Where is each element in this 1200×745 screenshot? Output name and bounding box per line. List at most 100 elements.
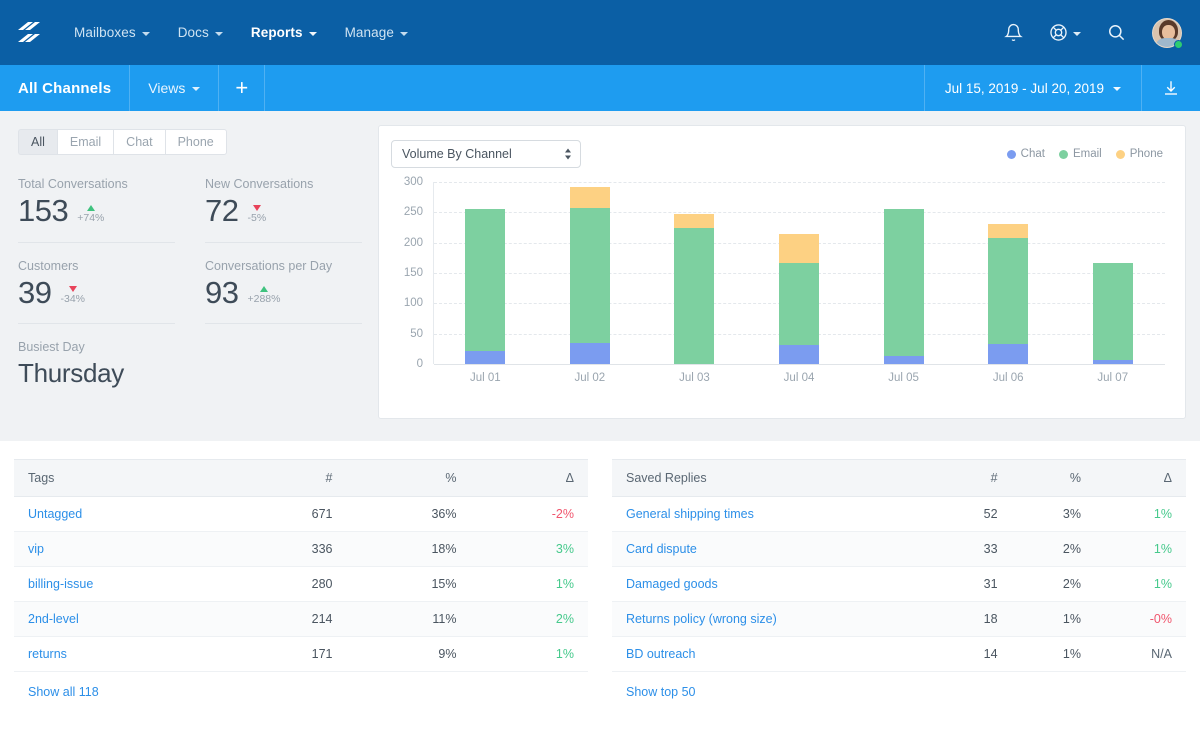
online-status-dot [1174,39,1183,49]
top-nav-actions [1004,17,1183,49]
row-count-cell: 671 [232,496,347,532]
x-axis-label: Jul 06 [992,372,1024,384]
bar-column[interactable] [851,182,956,364]
nav-item-mailboxes[interactable]: Mailboxes [60,17,164,48]
row-percent-cell: 36% [346,496,471,532]
tags-table: Tags # % Δ Untagged 671 36% -2% vip 336 18% 3% b… [14,459,588,672]
row-link[interactable]: returns [28,647,67,661]
row-link[interactable]: Returns policy (wrong size) [626,612,777,626]
y-axis-tick: 150 [403,267,423,279]
stat-conversations-per-day: Conversations per Day 93 +288% [205,259,362,325]
row-link[interactable]: Damaged goods [626,577,718,591]
bar-column[interactable] [1060,182,1165,364]
nav-item-docs[interactable]: Docs [164,17,237,48]
all-channels-label: All Channels [18,79,112,97]
stat-value: Thursday [18,358,124,389]
helpscout-logo-icon[interactable] [16,21,46,45]
row-name-cell: Card dispute [612,531,936,567]
bell-icon[interactable] [1004,23,1023,42]
bar-segment-phone [674,213,715,229]
saved-replies-show-top-link[interactable]: Show top 50 [612,672,1186,712]
channel-tab-email[interactable]: Email [56,129,114,155]
row-percent-cell: 3% [1011,496,1095,532]
chart-metric-select-wrapper: Volume By Channel [391,140,581,168]
channel-tab-chat[interactable]: Chat [113,129,165,155]
row-name-cell: vip [14,531,233,567]
bar-segment-chat [988,343,1029,364]
date-range-picker[interactable]: Jul 15, 2019 - Jul 20, 2019 [923,65,1141,111]
y-axis-tick: 200 [403,236,423,249]
nav-item-reports[interactable]: Reports [237,17,331,48]
legend-item-phone[interactable]: Phone [1115,148,1163,160]
y-axis-tick: 300 [403,176,423,188]
row-link[interactable]: vip [28,542,44,556]
table-row: Untagged 671 36% -2% [14,496,588,532]
row-link[interactable]: billing-issue [28,577,93,591]
stacked-bar [1092,262,1133,364]
y-axis-tick: 100 [403,297,423,310]
chart-x-axis: Jul 01 Jul 02 Jul 03 Jul 04 Jul 05 Jul 06 Jul … [433,372,1165,384]
channel-tab-all[interactable]: All [18,129,57,155]
date-range-label: Jul 15, 2019 - Jul 20, 2019 [944,80,1104,96]
saved-replies-table-wrapper: Saved Replies # % Δ General shipping tim… [612,459,1186,712]
triangle-up-icon [259,286,268,293]
table-row: returns 171 9% 1% [14,636,588,672]
chart-header: Volume By Channel Chat Email Phone [391,140,1169,168]
bar-column[interactable] [956,182,1061,364]
all-channels-tab[interactable]: All Channels [0,65,131,111]
stat-value: 39 [18,274,52,310]
stacked-bar [883,208,924,364]
row-count-cell: 52 [935,496,1012,532]
stat-delta: +288% [247,286,280,309]
views-dropdown[interactable]: Views [130,65,220,111]
chart-plot-area: 0 50 100 150 200 250 300 Jul 01 Jul 02 Jul 03 Jul… [391,176,1169,394]
bar-segment-chat [465,350,506,364]
saved-replies-table: Saved Replies # % Δ General shipping tim… [612,459,1186,672]
stat-empty-slot [205,340,362,403]
chart-bars [433,182,1165,364]
table-header-row: Tags # % Δ [14,459,588,497]
add-view-button[interactable]: + [219,65,266,111]
legend-item-email[interactable]: Email [1058,148,1102,160]
stat-label: Conversations per Day [205,258,333,273]
download-icon[interactable] [1141,65,1200,111]
row-delta-cell: 2% [470,601,588,637]
row-delta-cell: -0% [1095,601,1186,637]
nav-item-manage[interactable]: Manage [331,17,422,48]
avatar[interactable] [1152,17,1183,49]
row-link[interactable]: General shipping times [626,507,754,521]
chevron-down-icon [1073,31,1081,36]
x-axis-label: Jul 07 [1097,372,1129,384]
bar-column[interactable] [747,182,852,364]
row-name-cell: billing-issue [14,566,233,602]
stat-label: Busiest Day [18,340,85,355]
stat-value: 153 [18,193,69,228]
stat-label: Total Conversations [18,177,128,191]
overview-panel: All Email Chat Phone Total Conversations… [0,111,1200,441]
bar-column[interactable] [642,182,747,364]
x-axis-label: Jul 01 [469,372,501,384]
row-link[interactable]: BD outreach [626,647,695,661]
x-axis-label: Jul 04 [783,372,815,384]
search-icon[interactable] [1107,23,1126,42]
tags-show-all-link[interactable]: Show all 118 [14,672,588,712]
chart-metric-select[interactable]: Volume By Channel [391,140,581,168]
bar-segment-phone [779,233,820,263]
chart-legend: Chat Email Phone [1006,148,1169,160]
bar-column[interactable] [538,182,643,364]
bar-column[interactable] [433,182,538,364]
row-count-cell: 214 [232,601,347,637]
channel-tab-phone[interactable]: Phone [164,129,227,155]
row-delta-cell: 3% [470,531,588,567]
row-link[interactable]: Untagged [28,507,82,521]
bar-segment-email [674,228,715,364]
row-link[interactable]: 2nd-level [28,612,79,626]
tags-table-wrapper: Tags # % Δ Untagged 671 36% -2% vip 336 18% 3% b… [14,459,588,712]
lifesaver-icon[interactable] [1049,23,1081,42]
stacked-bar [988,224,1029,364]
legend-item-chat[interactable]: Chat [1006,148,1045,160]
stacked-bar [569,186,610,364]
legend-label: Email [1072,148,1102,160]
row-link[interactable]: Card dispute [626,542,697,556]
top-navigation-bar: Mailboxes Docs Reports Manage [0,0,1200,65]
